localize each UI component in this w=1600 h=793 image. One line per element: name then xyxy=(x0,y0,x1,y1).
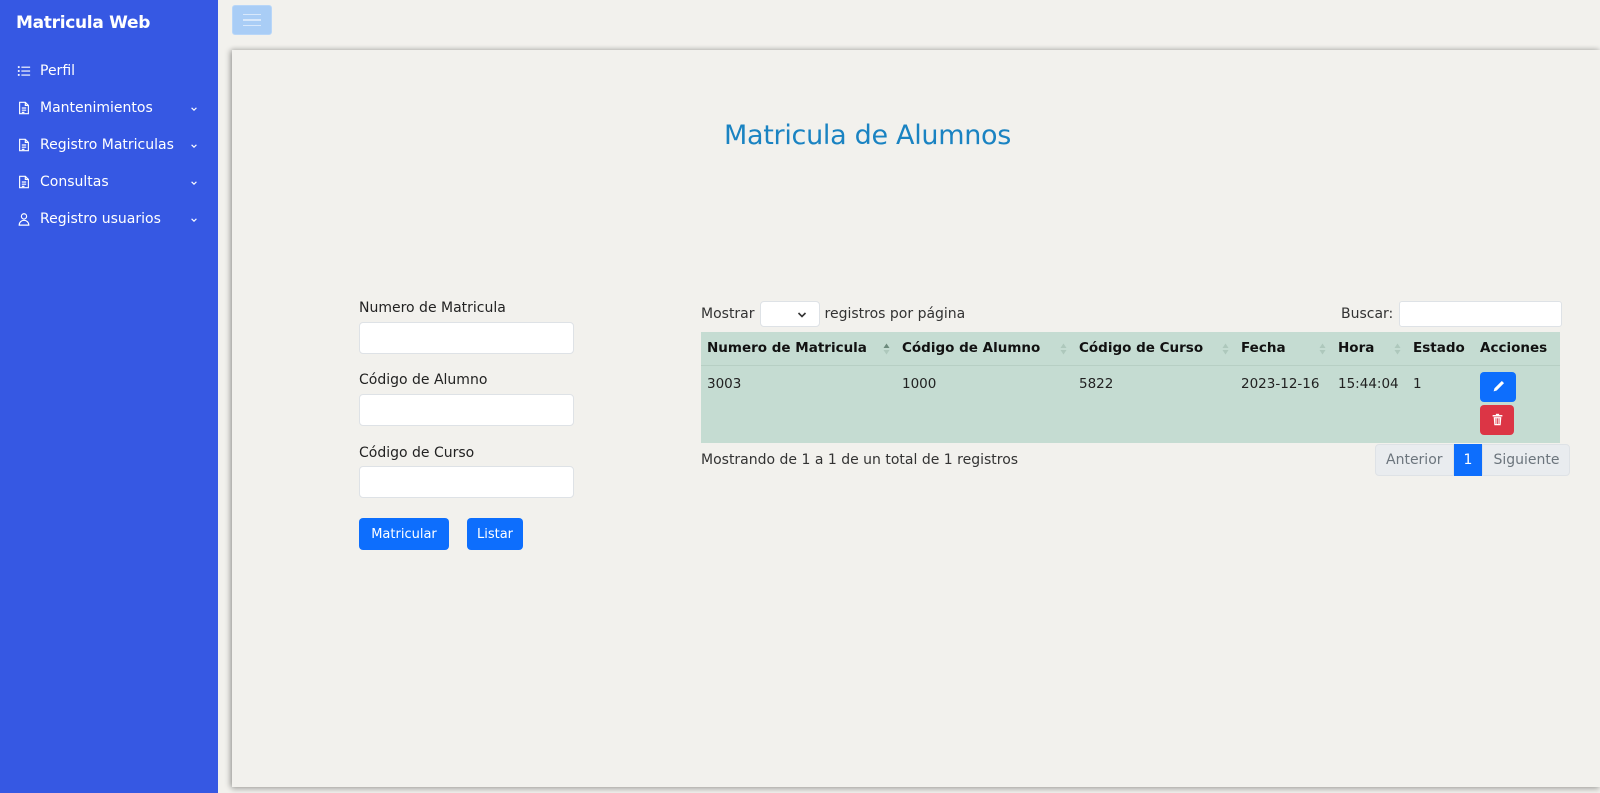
column-header-hora[interactable]: Hora xyxy=(1332,332,1407,365)
document-icon xyxy=(16,137,32,153)
sidebar-item-label: Registro Matriculas xyxy=(40,137,174,153)
main-content: Matricula de Alumnos Numero de Matricula… xyxy=(232,50,1600,787)
column-header-alumno[interactable]: Código de Alumno xyxy=(896,332,1073,365)
cell-alumno: 1000 xyxy=(896,364,1073,443)
topbar xyxy=(218,0,1600,46)
chevron-down-icon xyxy=(797,312,806,318)
trash-icon xyxy=(1492,413,1502,426)
hamburger-icon xyxy=(243,19,261,21)
table-info: Mostrando de 1 a 1 de un total de 1 regi… xyxy=(701,452,1019,468)
brand-title[interactable]: Matricula Web xyxy=(16,13,150,33)
cell-acciones xyxy=(1474,364,1560,443)
search-control: Buscar: xyxy=(1341,301,1563,327)
chevron-down-icon xyxy=(190,212,200,222)
page-length-select[interactable] xyxy=(759,301,820,327)
column-header-curso[interactable]: Código de Curso xyxy=(1073,332,1235,365)
sidebar-item-label: Registro usuarios xyxy=(40,211,161,227)
page-title: Matricula de Alumnos xyxy=(724,120,1012,151)
sidebar-item-label: Mantenimientos xyxy=(40,100,153,116)
sort-icon xyxy=(1222,343,1229,355)
cell-curso: 5822 xyxy=(1073,364,1235,443)
length-control: Mostrar registros por página xyxy=(701,301,965,327)
cell-fecha: 2023-12-16 xyxy=(1235,364,1332,443)
search-input[interactable] xyxy=(1399,301,1563,327)
chevron-down-icon xyxy=(190,175,200,185)
table-header-row: Numero de Matricula Código de Alumno Cód… xyxy=(701,332,1560,365)
sidebar-item-perfil[interactable]: Perfil xyxy=(0,54,218,88)
column-header-estado: Estado xyxy=(1407,332,1474,365)
list-icon xyxy=(16,63,32,79)
sidebar-toggle-button[interactable] xyxy=(232,5,272,35)
sidebar-item-mantenimientos[interactable]: Mantenimientos xyxy=(0,91,218,125)
chevron-down-icon xyxy=(190,101,200,111)
numero-matricula-label: Numero de Matricula xyxy=(359,300,506,316)
codigo-alumno-field[interactable] xyxy=(359,394,574,426)
cell-numero: 3003 xyxy=(701,364,896,443)
pagination-prev[interactable]: Anterior xyxy=(1375,444,1454,476)
cell-estado: 1 xyxy=(1407,364,1474,443)
numero-matricula-field[interactable] xyxy=(359,322,574,354)
sort-icon xyxy=(1319,343,1326,355)
document-icon xyxy=(16,174,32,190)
sidebar-item-registro-usuarios[interactable]: Registro usuarios xyxy=(0,202,218,236)
listar-button[interactable]: Listar xyxy=(467,518,523,550)
edit-button[interactable] xyxy=(1480,371,1516,402)
sidebar-item-label: Consultas xyxy=(40,174,109,190)
chevron-down-icon xyxy=(190,138,200,148)
sort-asc-icon xyxy=(883,343,890,355)
user-icon xyxy=(16,211,32,227)
hamburger-icon xyxy=(243,24,261,27)
delete-button[interactable] xyxy=(1480,404,1514,435)
pagination: Anterior 1 Siguiente xyxy=(1375,444,1571,476)
column-header-numero[interactable]: Numero de Matricula xyxy=(701,332,896,365)
cell-hora: 15:44:04 xyxy=(1332,364,1407,443)
pencil-icon xyxy=(1493,380,1504,392)
hamburger-icon xyxy=(243,13,261,16)
matricular-button[interactable]: Matricular xyxy=(359,518,449,550)
column-header-fecha[interactable]: Fecha xyxy=(1235,332,1332,365)
sort-icon xyxy=(1394,343,1401,355)
codigo-curso-field[interactable] xyxy=(359,466,574,498)
matriculas-table: Numero de Matricula Código de Alumno Cód… xyxy=(701,332,1560,443)
length-prefix: Mostrar xyxy=(701,306,755,322)
column-header-acciones: Acciones xyxy=(1474,332,1560,365)
pagination-page-1[interactable]: 1 xyxy=(1453,444,1483,476)
codigo-alumno-label: Código de Alumno xyxy=(359,372,488,388)
codigo-curso-label: Código de Curso xyxy=(359,445,475,461)
search-label: Buscar: xyxy=(1341,306,1394,322)
sort-icon xyxy=(1060,343,1067,355)
sidebar-item-consultas[interactable]: Consultas xyxy=(0,165,218,199)
sidebar-item-label: Perfil xyxy=(40,63,76,79)
sidebar-item-registro-matriculas[interactable]: Registro Matriculas xyxy=(0,128,218,162)
document-icon xyxy=(16,100,32,116)
pagination-next[interactable]: Siguiente xyxy=(1482,444,1571,476)
sidebar: Matricula Web Perfil Mantenimientos Regi… xyxy=(0,0,218,793)
table-row: 3003 1000 5822 2023-12-16 15:44:04 1 xyxy=(701,364,1560,443)
length-suffix: registros por página xyxy=(824,306,966,322)
